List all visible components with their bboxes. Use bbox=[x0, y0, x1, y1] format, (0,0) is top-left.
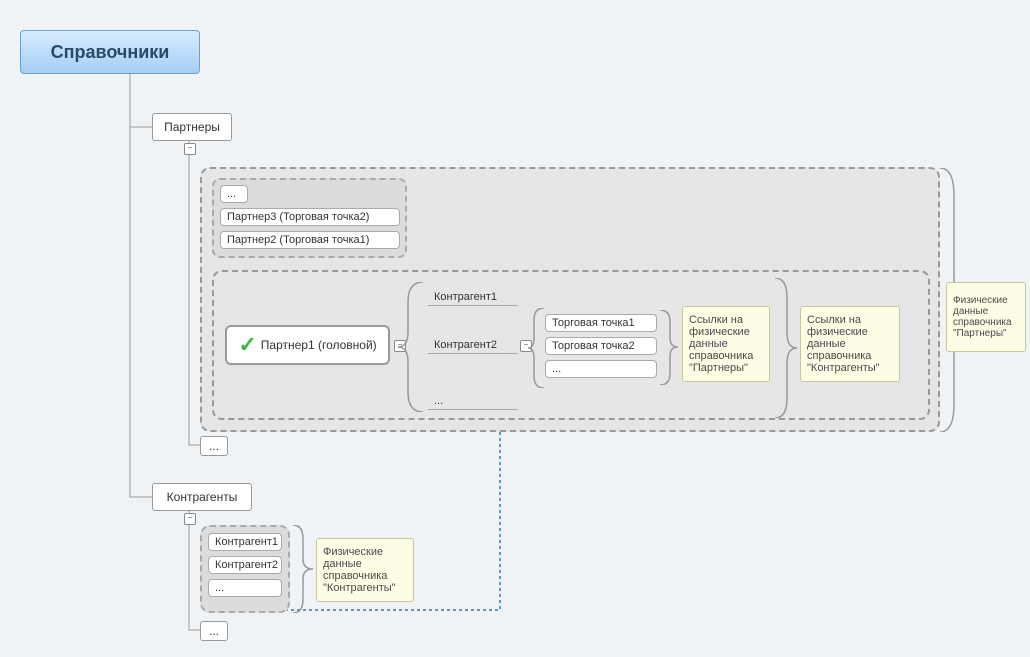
main-partner-label: Партнер1 (головной) bbox=[261, 338, 377, 352]
counterparty-item-1: Контрагент1 bbox=[208, 533, 282, 551]
collapse-toggle-contragent2[interactable]: − bbox=[520, 340, 532, 352]
inner-contragent-1: Контрагент1 bbox=[428, 288, 518, 306]
collapse-toggle-partner1[interactable]: − bbox=[394, 340, 406, 352]
note-partners-links: Ссылки на физические данные справочника … bbox=[682, 306, 770, 382]
brace-icon bbox=[293, 525, 313, 613]
inner-contragent-more: ... bbox=[428, 392, 518, 410]
note-partners-phys: Физические данные справочника "Партнеры" bbox=[946, 282, 1026, 352]
inner-contragent-2: Контрагент2 bbox=[428, 336, 518, 354]
collapse-toggle-partners[interactable]: − bbox=[184, 143, 196, 155]
partner-item-2: Партнер2 (Торговая точка1) bbox=[220, 231, 400, 249]
partners-label: Партнеры bbox=[164, 120, 220, 134]
main-partner-box: ✓ Партнер1 (головной) bbox=[225, 325, 390, 365]
counterparty-item-more: ... bbox=[208, 579, 282, 597]
shop-item-1: Торговая точка1 bbox=[545, 314, 657, 332]
collapse-toggle-counterparties[interactable]: − bbox=[184, 513, 196, 525]
counterparties-label: Контрагенты bbox=[167, 490, 238, 504]
shop-item-2: Торговая точка2 bbox=[545, 337, 657, 355]
shop-item-more: ... bbox=[545, 360, 657, 378]
partner-item-3: Партнер3 (Торговая точка2) bbox=[220, 208, 400, 226]
check-icon: ✓ bbox=[238, 332, 256, 358]
tree-more-counterparties: ... bbox=[200, 621, 228, 641]
tree-node-counterparties[interactable]: Контрагенты bbox=[152, 483, 252, 511]
diagram-canvas: Справочники Партнеры − Контрагенты − ...… bbox=[0, 0, 1030, 657]
tree-node-partners[interactable]: Партнеры bbox=[152, 113, 232, 141]
partners-list-more: ... bbox=[220, 185, 248, 203]
note-counterparties-phys: Физические данные справочника "Контраген… bbox=[316, 538, 414, 602]
note-counterparties-links: Ссылки на физические данные справочника … bbox=[800, 306, 900, 382]
tree-more-partners: ... bbox=[200, 436, 228, 456]
title-box: Справочники bbox=[20, 30, 200, 74]
counterparty-item-2: Контрагент2 bbox=[208, 556, 282, 574]
title-text: Справочники bbox=[51, 42, 170, 63]
